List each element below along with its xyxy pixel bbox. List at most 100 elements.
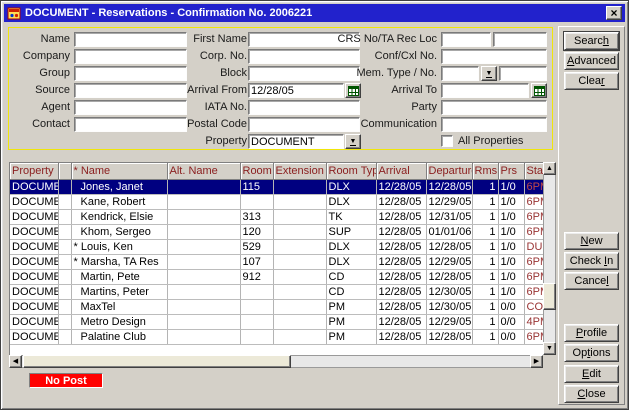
scroll-right-icon[interactable]: ▶ xyxy=(530,355,543,368)
cancel-button[interactable]: Cancel xyxy=(564,272,619,290)
communication-input[interactable] xyxy=(441,117,547,132)
cell-arrival: 12/28/05 xyxy=(376,254,426,269)
options-button[interactable]: Options xyxy=(564,344,619,362)
company-label: Company xyxy=(12,49,70,64)
table-row[interactable]: DOCUMENTKane, RobertDLX12/28/0512/29/051… xyxy=(10,194,543,209)
vertical-scrollbar[interactable]: ▲ ▼ xyxy=(543,162,556,355)
corp-no-label: Corp. No. xyxy=(152,49,247,64)
arrival-to-calendar-button[interactable] xyxy=(531,83,547,98)
column-header-prs: Prs xyxy=(498,163,524,179)
cell-room: 120 xyxy=(240,224,273,239)
no-post-badge: No Post xyxy=(29,373,103,388)
cell-rms: 1 xyxy=(472,284,498,299)
mem-type-dropdown-button[interactable]: ▼ xyxy=(481,66,497,81)
cell-arrival: 12/28/05 xyxy=(376,329,426,344)
cell-alt-name xyxy=(167,314,240,329)
name-label: Name xyxy=(12,32,70,47)
vertical-scroll-thumb[interactable] xyxy=(543,283,556,310)
edit-button[interactable]: Edit xyxy=(564,365,619,383)
table-row[interactable]: DOCUMENTPalatine ClubPM12/28/0512/28/051… xyxy=(10,329,543,344)
cell-rms: 1 xyxy=(472,194,498,209)
horizontal-scroll-thumb[interactable] xyxy=(23,355,291,368)
cell-rms: 1 xyxy=(472,239,498,254)
cell-prs: 1/0 xyxy=(498,254,524,269)
cell-name: * Marsha, TA Res xyxy=(71,254,167,269)
cell-name: Metro Design xyxy=(71,314,167,329)
cell-rms: 1 xyxy=(472,254,498,269)
table-row[interactable]: DOCUMENT* Marsha, TA Res107DLX12/28/0512… xyxy=(10,254,543,269)
search-button[interactable]: Search xyxy=(564,32,619,50)
cell-name: Martins, Peter xyxy=(71,284,167,299)
all-properties-checkbox[interactable] xyxy=(441,135,453,147)
advanced-button[interactable]: Advanced xyxy=(564,52,619,70)
table-row[interactable]: DOCUMENTJones, Janet115DLX12/28/0512/28/… xyxy=(10,179,543,194)
arrival-from-input[interactable] xyxy=(248,83,344,98)
arrival-from-label: Arrival From xyxy=(152,83,247,98)
cell-alt-name xyxy=(167,329,240,344)
cell-flag xyxy=(58,194,71,209)
cell-property: DOCUMENT xyxy=(10,254,58,269)
mem-no-input[interactable] xyxy=(499,66,547,81)
cell-room xyxy=(240,284,273,299)
close-button[interactable]: Close xyxy=(564,385,619,403)
conf-cxl-no-input[interactable] xyxy=(441,49,547,64)
cell-departure: 12/28/05 xyxy=(426,329,472,344)
cell-alt-name xyxy=(167,284,240,299)
app-icon xyxy=(7,6,21,20)
cell-room: 115 xyxy=(240,179,273,194)
table-row[interactable]: DOCUMENTMartins, PeterCD12/28/0512/30/05… xyxy=(10,284,543,299)
group-label: Group xyxy=(12,66,70,81)
cell-status: COM xyxy=(524,299,543,314)
table-row[interactable]: DOCUMENT* Louis, Ken529DLX12/28/0512/28/… xyxy=(10,239,543,254)
clear-button[interactable]: Clear xyxy=(564,72,619,90)
property-dropdown-button[interactable]: ▼ xyxy=(345,134,361,149)
reservations-table: Property * Name Alt. Name Room Extension… xyxy=(9,162,543,355)
cell-extension xyxy=(273,179,326,194)
column-header-rms: Rms xyxy=(472,163,498,179)
cell-status: 6PM xyxy=(524,209,543,224)
cell-flag xyxy=(58,299,71,314)
cell-rms: 1 xyxy=(472,314,498,329)
cell-rms: 1 xyxy=(472,224,498,239)
cell-room-type: TK xyxy=(326,209,376,224)
cell-arrival: 12/28/05 xyxy=(376,299,426,314)
cell-flag xyxy=(58,314,71,329)
cell-arrival: 12/28/05 xyxy=(376,269,426,284)
cell-property: DOCUMENT xyxy=(10,239,58,254)
check-in-button[interactable]: Check In xyxy=(564,252,619,270)
postal-code-label: Postal Code xyxy=(152,117,247,132)
table-row[interactable]: DOCUMENTMaxTelPM12/28/0512/30/0510/0COM xyxy=(10,299,543,314)
cell-name: Jones, Janet xyxy=(71,179,167,194)
scroll-up-icon[interactable]: ▲ xyxy=(543,162,556,175)
cell-status: 6PM xyxy=(524,329,543,344)
cell-rms: 1 xyxy=(472,209,498,224)
button-panel: Search Advanced Clear New Check In Cance… xyxy=(558,26,625,405)
property-input[interactable] xyxy=(248,134,344,149)
scroll-left-icon[interactable]: ◀ xyxy=(9,355,22,368)
crs-no-input[interactable] xyxy=(441,32,491,47)
column-header-name: * Name xyxy=(71,163,167,179)
all-properties-label: All Properties xyxy=(458,134,548,149)
cell-property: DOCUMENT xyxy=(10,179,58,194)
profile-button[interactable]: Profile xyxy=(564,324,619,342)
conf-cxl-no-label: Conf/Cxl No. xyxy=(332,49,437,64)
cell-rms: 1 xyxy=(472,299,498,314)
cell-arrival: 12/28/05 xyxy=(376,239,426,254)
arrival-to-input[interactable] xyxy=(441,83,529,98)
mem-type-input[interactable] xyxy=(441,66,479,81)
close-icon[interactable]: × xyxy=(606,6,622,20)
new-button[interactable]: New xyxy=(564,232,619,250)
scroll-down-icon[interactable]: ▼ xyxy=(543,342,556,355)
table-row[interactable]: DOCUMENTMetro DesignPM12/28/0512/29/0510… xyxy=(10,314,543,329)
table-row[interactable]: DOCUMENTKendrick, Elsie313TK12/28/0512/3… xyxy=(10,209,543,224)
table-row[interactable]: DOCUMENTKhom, Sergeo120SUP12/28/0501/01/… xyxy=(10,224,543,239)
cell-extension xyxy=(273,269,326,284)
column-header-room-type: Room Type xyxy=(326,163,376,179)
party-input[interactable] xyxy=(441,100,547,115)
horizontal-scrollbar[interactable]: ◀ ▶ xyxy=(9,355,543,368)
cell-prs: 1/0 xyxy=(498,194,524,209)
ta-rec-loc-input[interactable] xyxy=(493,32,547,47)
cell-arrival: 12/28/05 xyxy=(376,179,426,194)
table-row[interactable]: DOCUMENTMartin, Pete912CD12/28/0512/28/0… xyxy=(10,269,543,284)
iata-no-label: IATA No. xyxy=(152,100,247,115)
